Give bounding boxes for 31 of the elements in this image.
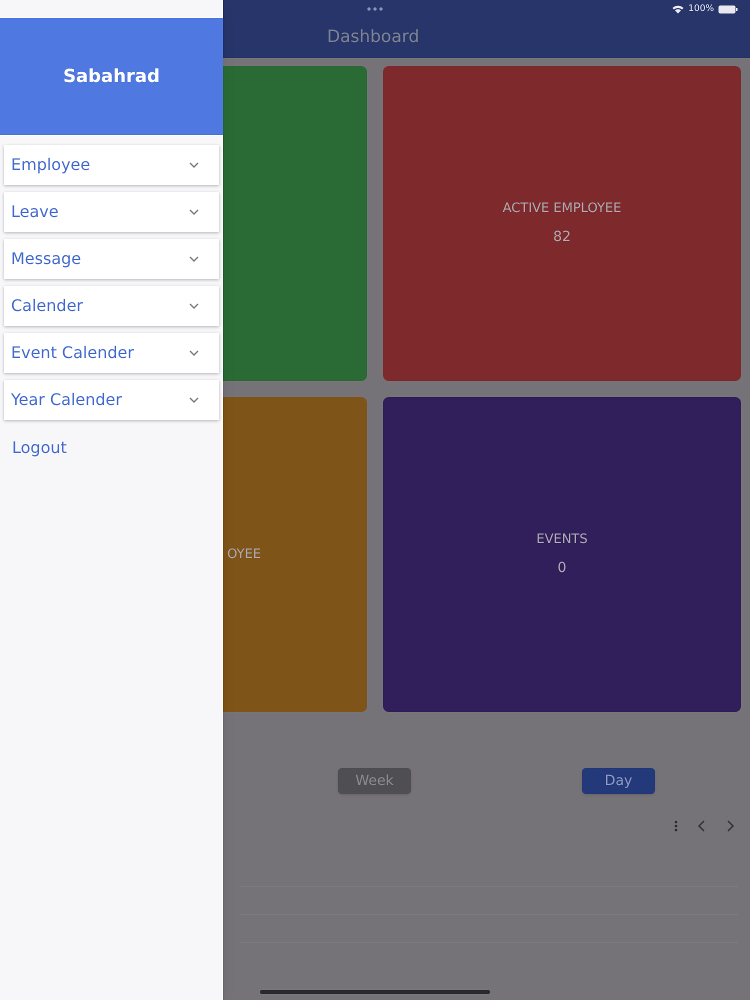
more-vertical-icon[interactable] [674,820,678,832]
chevron-icon [189,162,199,168]
card-label: EVENTS [536,531,588,550]
logout-link[interactable]: Logout [12,436,67,460]
menu-item[interactable]: Calender [4,286,219,326]
chevron-icon [189,256,199,262]
chevron-right-icon[interactable] [726,820,734,832]
chevron-icon [189,397,199,403]
stat-card[interactable]: EVENTS 0 [383,397,741,712]
view-button[interactable]: Day [582,768,655,794]
wifi-icon [672,5,684,14]
page-title: Dashboard [327,26,420,48]
menu-item[interactable]: Event Calender [4,333,219,373]
view-button[interactable]: Week [338,768,411,794]
chevron-icon [189,209,199,215]
battery-icon [718,5,738,14]
card-value: 82 [553,228,571,247]
card-label: ACTIVE EMPLOYEE [502,200,622,218]
chevron-icon [189,350,199,356]
card-value: 0 [558,558,566,578]
card-label: OYEE [227,546,262,564]
user-name: Sabahrad [63,65,160,89]
chevron-icon [189,303,199,309]
menu-item[interactable]: Leave [4,192,219,232]
more-icon [367,7,383,11]
menu-item[interactable]: Year Calender [4,380,219,420]
menu-item[interactable]: Message [4,239,219,279]
battery-percent: 100% [688,3,714,16]
menu-item[interactable]: Employee [4,145,219,185]
stat-card[interactable]: ACTIVE EMPLOYEE 82 [383,66,741,381]
chevron-left-icon[interactable] [698,820,706,832]
